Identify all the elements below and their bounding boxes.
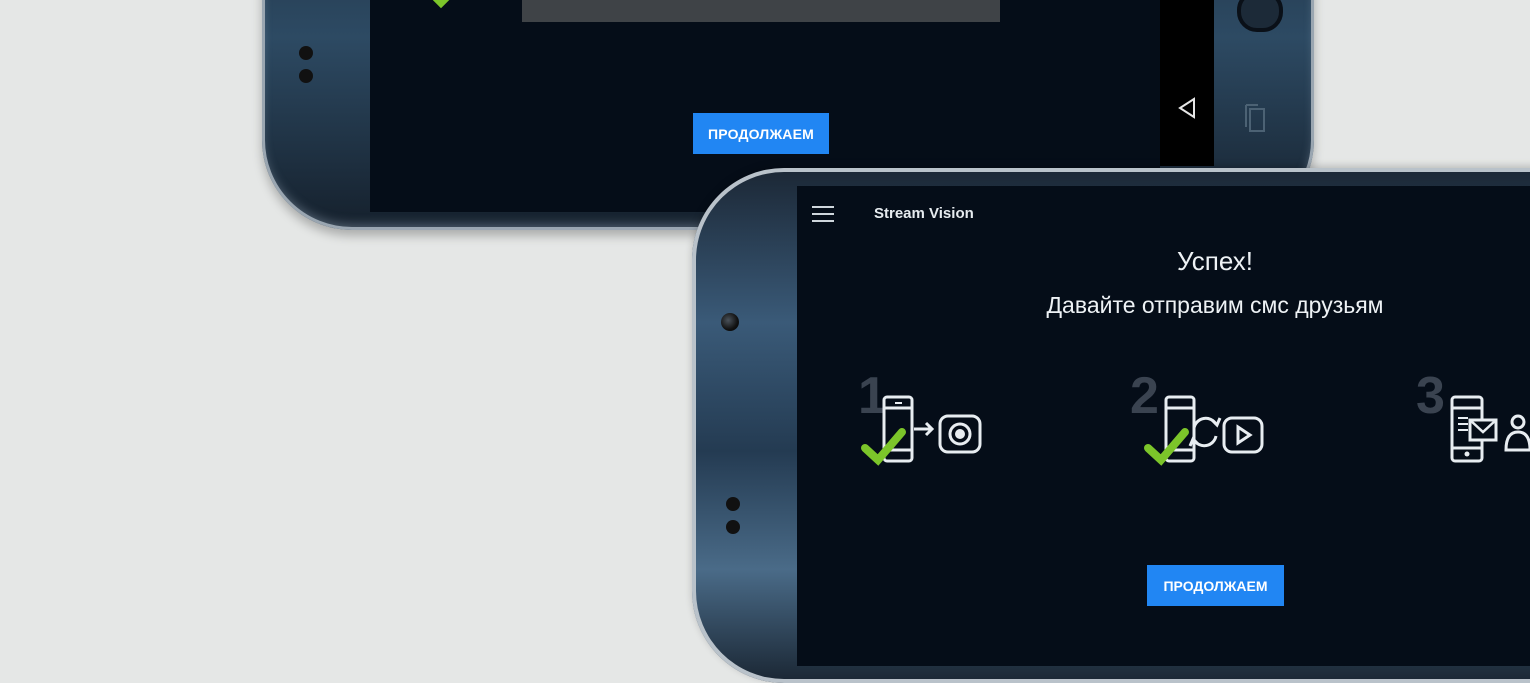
back-phone-speaker-dot — [299, 46, 313, 60]
front-phone-speaker-dot — [726, 497, 740, 511]
back-phone-speaker-dot — [299, 69, 313, 83]
home-button-icon — [1237, 0, 1283, 32]
back-phone-step-icon — [432, 0, 450, 9]
back-phone-continue-button[interactable]: ПРОДОЛЖАЕМ — [693, 113, 829, 154]
back-nav-icon[interactable] — [1176, 97, 1198, 119]
back-phone-dialog — [522, 0, 1000, 22]
recent-apps-icon — [1245, 104, 1265, 132]
back-phone-navbar — [1160, 0, 1214, 166]
phone-sms-contact-icon — [1450, 395, 1530, 463]
front-phone-speaker-dot — [726, 520, 740, 534]
success-heading: Успех! — [1177, 246, 1253, 276]
front-camera — [721, 313, 739, 331]
app-title: Stream Vision — [874, 205, 974, 222]
back-phone-step-icon — [998, 0, 1068, 16]
phone-sync-video-icon — [1144, 395, 1264, 466]
menu-icon[interactable] — [812, 206, 834, 222]
continue-button[interactable]: ПРОДОЛЖАЕМ — [1147, 565, 1284, 606]
step-number: 3 — [1416, 367, 1445, 425]
success-subheading: Давайте отправим смс друзьям — [1046, 292, 1384, 318]
phone-to-camera-icon — [861, 395, 982, 466]
